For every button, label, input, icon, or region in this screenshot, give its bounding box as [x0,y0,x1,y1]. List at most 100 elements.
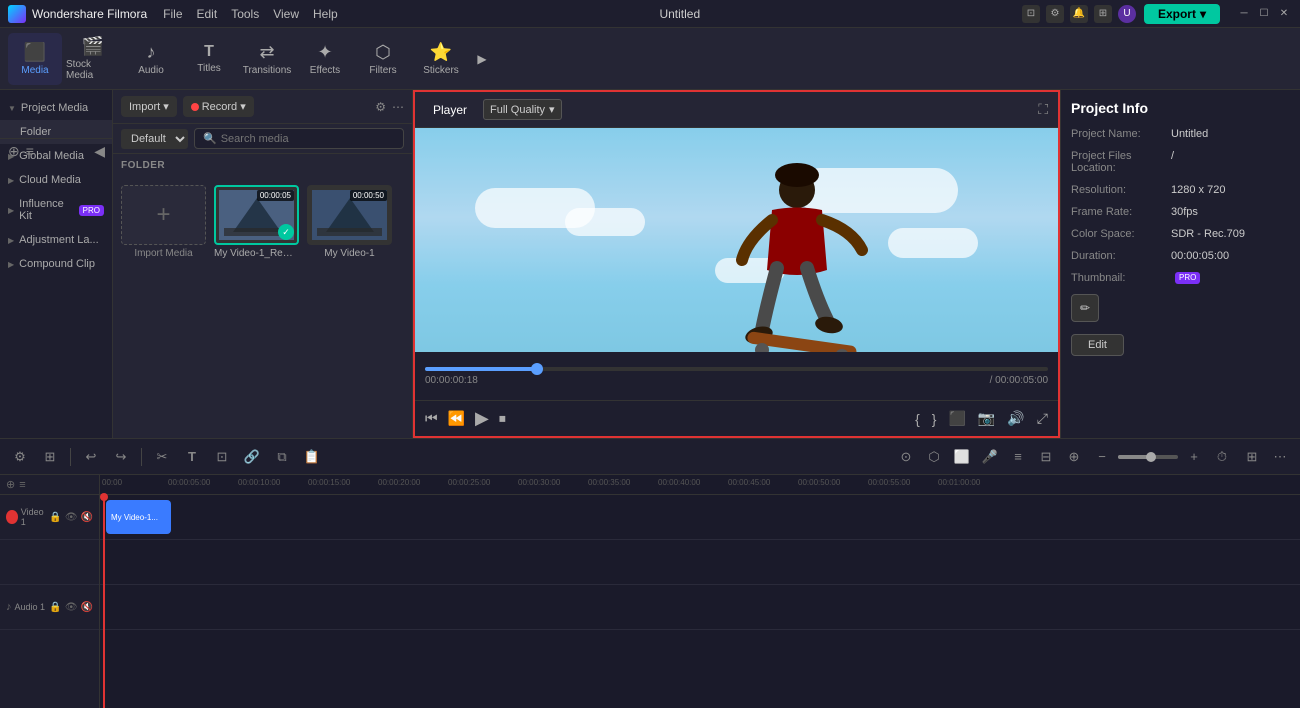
maximize-button[interactable]: ☐ [1256,6,1272,22]
quality-chevron-icon: ▾ [549,103,555,116]
timeline-tool-4[interactable]: 🎤 [978,445,1002,469]
collapse-icon[interactable]: ◀ [94,143,105,160]
grid-icon[interactable]: ⊞ [1094,5,1112,23]
track-menu-icon[interactable]: ≡ [19,479,25,491]
audio-note-icon[interactable]: ♪ [6,601,12,613]
timeline-tool-5[interactable]: ≡ [1006,445,1030,469]
info-label-colorspace: Color Space: [1071,228,1171,240]
import-media-placeholder[interactable]: + [121,185,206,245]
toolbar-stock-media[interactable]: 🎬 Stock Media [66,33,120,85]
timeline-thumb[interactable] [531,363,543,375]
media-name-video1: My Video-1_Removed_2 [214,248,299,259]
sort-select[interactable]: Default [121,129,188,149]
import-media-item[interactable]: + Import Media [121,185,206,259]
toolbar-transitions[interactable]: ⇄ Transitions [240,33,294,85]
menu-view[interactable]: View [273,7,299,21]
edit-button[interactable]: Edit [1071,334,1124,356]
media-item-video2[interactable]: 00:00:50 My Video-1 [307,185,392,259]
timeline-tool-7[interactable]: ⊕ [1062,445,1086,469]
menu-edit[interactable]: Edit [197,7,218,21]
notification-icon[interactable]: 🔔 [1070,5,1088,23]
speaker-icon[interactable]: 🔊 [1007,410,1024,427]
screen-icon[interactable]: ⬛ [948,410,965,427]
menu-file[interactable]: File [163,7,182,21]
user-icon[interactable]: U [1118,5,1136,23]
menu-tools[interactable]: Tools [231,7,259,21]
mute-audio-icon[interactable]: 🔇 [81,602,93,613]
zoom-slider[interactable] [1118,455,1178,459]
timeline-tool-1[interactable]: ⊙ [894,445,918,469]
more-icon[interactable]: ⋯ [392,100,404,114]
sidebar-item-compound-clip[interactable]: ▶ Compound Clip [0,252,112,276]
toolbar-effects[interactable]: ✦ Effects [298,33,352,85]
toolbar-filters[interactable]: ⬡ Filters [356,33,410,85]
timeline-progress-bar[interactable] [425,367,1048,371]
timeline-grid-icon[interactable]: ⊞ [1240,445,1264,469]
lock-audio-icon[interactable]: 🔒 [49,602,61,613]
timeline-ruler: 00:00 00:00:05:00 00:00:10:00 00:00:15:0… [100,475,1300,495]
timeline-zoom-plus[interactable]: + [1182,445,1206,469]
quality-select[interactable]: Full Quality ▾ [483,99,562,120]
media-thumb-video1[interactable]: 00:00:05 ✓ [214,185,299,245]
toolbar-titles[interactable]: T Titles [182,33,236,85]
toolbar-media[interactable]: ⬛ Media [8,33,62,85]
settings-icon[interactable]: ⚙ [1046,5,1064,23]
list-view-icon[interactable]: ≡ [26,143,34,160]
pencil-button[interactable]: ✏ [1071,294,1099,322]
fullscreen-button[interactable]: ⛶ [1038,101,1048,118]
eye-video-icon[interactable]: 👁 [65,512,78,523]
sidebar-item-cloud-media[interactable]: ▶ Cloud Media [0,168,112,192]
playhead-marker-track[interactable] [6,510,18,524]
add-track-icon[interactable]: ⊕ [6,478,15,491]
eye-audio-icon[interactable]: 👁 [65,602,78,613]
media-item-video1[interactable]: 00:00:05 ✓ My Video-1_Removed_2 [214,185,299,259]
timeline-tool-3[interactable]: ⬜ [950,445,974,469]
chevron-right-icon-5: ▶ [8,260,14,269]
import-button[interactable]: Import ▾ [121,96,177,117]
timeline-tool-6[interactable]: ⊟ [1034,445,1058,469]
timeline-snap-icon[interactable]: ⊞ [38,445,62,469]
play-button[interactable]: ▶ [475,408,489,429]
copy-button[interactable]: ⧉ [270,445,294,469]
text-button[interactable]: T [180,445,204,469]
expand-icon[interactable]: ⤢ [1037,410,1048,427]
stop-button[interactable]: ⏹ [499,410,506,427]
filters-icon: ⬡ [375,42,391,63]
toolbar-stickers[interactable]: ⭐ Stickers [414,33,468,85]
frame-back-button[interactable]: ⏪ [448,410,465,427]
close-button[interactable]: ✕ [1276,6,1292,22]
bracket-right-icon[interactable]: } [932,410,937,427]
minimize-button[interactable]: ─ [1236,6,1252,22]
preview-tab-player[interactable]: Player [425,99,475,121]
search-input[interactable] [221,133,395,145]
timeline-tool-2[interactable]: ⬡ [922,445,946,469]
undo-button[interactable]: ↩ [79,445,103,469]
menu-help[interactable]: Help [313,7,338,21]
sidebar-item-adjustment[interactable]: ▶ Adjustment La... [0,228,112,252]
timeline-zoom-minus[interactable]: − [1090,445,1114,469]
timeline-more-icon[interactable]: ⋯ [1268,445,1292,469]
sidebar-item-influence-kit[interactable]: ▶ Influence Kit PRO [0,192,112,228]
restore-icon[interactable]: ⊡ [1022,5,1040,23]
cut-button[interactable]: ✂ [150,445,174,469]
export-button[interactable]: Export ▾ [1144,4,1220,24]
skip-back-button[interactable]: ⏮ [425,410,438,427]
record-button[interactable]: Record ▾ [183,96,254,117]
media-thumb-video2[interactable]: 00:00:50 [307,185,392,245]
timeline-timer-icon[interactable]: ⏱ [1210,445,1234,469]
camera-icon[interactable]: 📷 [978,410,995,427]
sidebar-item-project-media[interactable]: ▼ Project Media [0,96,112,120]
toolbar-audio[interactable]: ♪ Audio [124,33,178,85]
crop-button[interactable]: ⊡ [210,445,234,469]
filter-icon[interactable]: ⚙ [375,100,386,114]
paste-button[interactable]: 📋 [300,445,324,469]
redo-button[interactable]: ↪ [109,445,133,469]
link-button[interactable]: 🔗 [240,445,264,469]
video-clip[interactable]: My Video-1... [106,500,171,534]
mute-video-icon[interactable]: 🔇 [81,512,93,523]
timeline-settings-icon[interactable]: ⚙ [8,445,32,469]
add-folder-icon[interactable]: ⊕ [8,143,20,160]
lock-video-icon[interactable]: 🔒 [49,512,61,523]
toolbar-expand-button[interactable]: ▶ [472,49,492,69]
bracket-left-icon[interactable]: { [915,410,920,427]
